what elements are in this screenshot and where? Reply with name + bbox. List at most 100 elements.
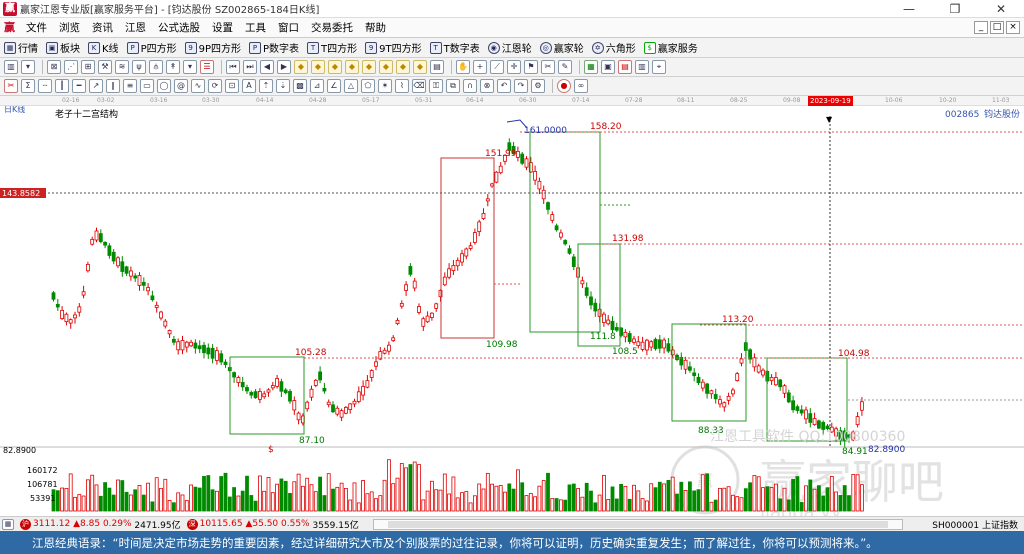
grid-tool-icon[interactable]: ⊞: [81, 60, 95, 74]
horizontal-scrollbar[interactable]: [372, 518, 903, 530]
sz-index[interactable]: 深 10115.65 ▲55.50 0.55% 3559.15亿: [186, 518, 359, 531]
diamond-icon-2[interactable]: ◆: [311, 60, 325, 74]
arrow-up-icon[interactable]: ⇡: [259, 79, 273, 93]
menu-help[interactable]: 帮助: [359, 18, 392, 38]
mdi-close-button[interactable]: ×: [1006, 21, 1020, 34]
toolbar-winner-wheel-button[interactable]: ◎ 赢家轮: [539, 40, 584, 55]
menu-gann[interactable]: 江恩: [119, 18, 152, 38]
measure-icon[interactable]: ⊿: [310, 79, 324, 93]
toolbar-p-square-button[interactable]: P P四方形: [126, 40, 177, 55]
menu-browse[interactable]: 浏览: [53, 18, 86, 38]
crosshair-icon[interactable]: +: [473, 60, 487, 74]
text-tool-icon[interactable]: A: [242, 79, 256, 93]
menu-formula[interactable]: 公式选股: [152, 18, 206, 38]
toolbar-t-table-button[interactable]: T T数字表: [429, 40, 480, 55]
toolbar-hexagon-button[interactable]: ✡ 六角形: [591, 40, 636, 55]
layout-icon[interactable]: ▥: [4, 60, 18, 74]
ellipse-icon[interactable]: ◯: [157, 79, 171, 93]
status-layout-icon[interactable]: ▦: [2, 518, 14, 530]
lock-icon[interactable]: ⚿: [429, 79, 443, 93]
diamond-icon-7[interactable]: ◆: [396, 60, 410, 74]
polyline-icon[interactable]: ⌇: [395, 79, 409, 93]
delete-icon[interactable]: ⊗: [480, 79, 494, 93]
parallel-icon[interactable]: ∥: [106, 79, 120, 93]
table-icon[interactable]: ▤: [430, 60, 444, 74]
next-icon[interactable]: ▶: [277, 60, 291, 74]
diamond-icon-4[interactable]: ◆: [345, 60, 359, 74]
chart-icon-2[interactable]: ▣: [601, 60, 615, 74]
cycle-icon[interactable]: ⟳: [208, 79, 222, 93]
angle-icon[interactable]: ∠: [327, 79, 341, 93]
fib-icon[interactable]: ≡: [123, 79, 137, 93]
undo-icon[interactable]: ↶: [497, 79, 511, 93]
toolbar-p-table-button[interactable]: P P数字表: [249, 40, 299, 55]
sh-index[interactable]: 沪 3111.12 ▲8.85 0.29% 2471.95亿: [20, 518, 181, 531]
spiral-icon[interactable]: @: [174, 79, 188, 93]
infinity-icon[interactable]: ∞: [574, 79, 588, 93]
scrollbar-thumb[interactable]: [387, 520, 888, 528]
close-button[interactable]: ✕: [978, 0, 1024, 18]
minimize-button[interactable]: —: [886, 0, 932, 18]
gann-fan-icon[interactable]: ⋰: [64, 60, 78, 74]
wave-icon[interactable]: ∿: [191, 79, 205, 93]
settings-icon[interactable]: ⚙: [531, 79, 545, 93]
star-icon[interactable]: ✶: [378, 79, 392, 93]
last-icon[interactable]: ⏭: [243, 60, 257, 74]
diamond-icon-3[interactable]: ◆: [328, 60, 342, 74]
diamond-icon-8[interactable]: ◆: [413, 60, 427, 74]
dna-icon[interactable]: ≋: [115, 60, 129, 74]
scissors-icon[interactable]: ✂: [541, 60, 555, 74]
chart-icon-1[interactable]: ▦: [584, 60, 598, 74]
arrow-icon[interactable]: ↟: [166, 60, 180, 74]
diamond-icon-6[interactable]: ◆: [379, 60, 393, 74]
toolbar-9p-square-button[interactable]: 9 9P四方形: [184, 40, 241, 55]
menu-tools[interactable]: 工具: [239, 18, 272, 38]
diamond-icon-5[interactable]: ◆: [362, 60, 376, 74]
toolbar-t-square-button[interactable]: T T四方形: [307, 40, 357, 55]
menu-file[interactable]: 文件: [20, 18, 53, 38]
pattern-icon[interactable]: ⊠: [47, 60, 61, 74]
vline-icon[interactable]: ┃: [55, 79, 69, 93]
line-icon[interactable]: ⟋: [490, 60, 504, 74]
hand-icon[interactable]: ✋: [456, 60, 470, 74]
sigma-icon[interactable]: Σ: [21, 79, 35, 93]
rect-icon[interactable]: ▭: [140, 79, 154, 93]
kline-chart[interactable]: 赢 赢家聊吧 liaoba.yy... ▼ 日K线 老子十二宫结构 002865…: [0, 106, 1024, 516]
menu-window[interactable]: 窗口: [272, 18, 305, 38]
maximize-button[interactable]: ❐: [932, 0, 978, 18]
diamond-icon-1[interactable]: ◆: [294, 60, 308, 74]
menu-trade[interactable]: 交易委托: [305, 18, 359, 38]
chart-icon-4[interactable]: ▥: [635, 60, 649, 74]
hammer-icon[interactable]: ⚒: [98, 60, 112, 74]
ray-icon[interactable]: ↗: [89, 79, 103, 93]
mdi-restore-button[interactable]: □: [990, 21, 1004, 34]
color-icon[interactable]: ●: [557, 79, 571, 93]
gamepad-icon[interactable]: ⌖: [652, 60, 666, 74]
toolbar-kline-button[interactable]: K K线: [88, 40, 119, 55]
menu-settings[interactable]: 设置: [206, 18, 239, 38]
cut-icon[interactable]: ✂: [4, 79, 18, 93]
ladder-icon[interactable]: ☰: [200, 60, 214, 74]
toolbar-9t-square-button[interactable]: 9 9T四方形: [365, 40, 422, 55]
triangle-icon[interactable]: △: [344, 79, 358, 93]
prev-icon[interactable]: ◀: [260, 60, 274, 74]
first-icon[interactable]: ⏮: [226, 60, 240, 74]
dash-line-icon[interactable]: ┄: [38, 79, 52, 93]
spacer-icon[interactable]: ▾: [183, 60, 197, 74]
chart-icon-3[interactable]: ▤: [618, 60, 632, 74]
copy-icon[interactable]: ⧉: [446, 79, 460, 93]
toolbar-quotes-button[interactable]: ▦ 行情: [4, 40, 38, 55]
gann-box-icon[interactable]: ⊡: [225, 79, 239, 93]
brush-icon[interactable]: ✎: [558, 60, 572, 74]
dropdown-icon[interactable]: ▾: [21, 60, 35, 74]
square9-icon[interactable]: ▩: [293, 79, 307, 93]
redo-icon[interactable]: ↷: [514, 79, 528, 93]
menu-info[interactable]: 资讯: [86, 18, 119, 38]
flag-icon[interactable]: ⚑: [524, 60, 538, 74]
trident-icon[interactable]: ψ: [132, 60, 146, 74]
toolbar-gann-wheel-button[interactable]: ◉ 江恩轮: [487, 40, 532, 55]
mdi-minimize-button[interactable]: _: [974, 21, 988, 34]
pitchfork-icon[interactable]: ⫛: [149, 60, 163, 74]
toolbar-sectors-button[interactable]: ▣ 板块: [46, 40, 80, 55]
toolbar-service-button[interactable]: $ 赢家服务: [643, 40, 698, 55]
